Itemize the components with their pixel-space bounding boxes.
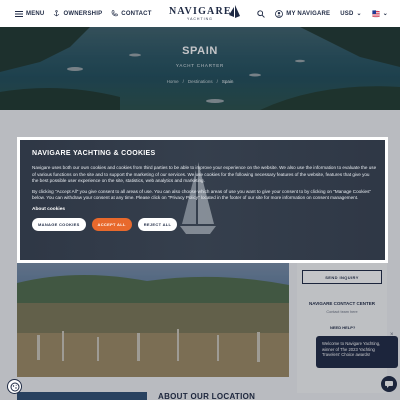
logo-subtext: YACHTING [187,17,213,21]
accept-all-button[interactable]: ACCEPT ALL [91,217,132,231]
modal-buttons: MANAGE COOKIES ACCEPT ALL REJECT ALL [32,217,377,231]
currency-select[interactable]: USD ⌄ [340,10,362,18]
ownership-label: OWNERSHIP [63,10,103,17]
logo-mark-icon [229,5,240,18]
header-nav-left: MENU OWNERSHIP CONTACT [0,10,152,17]
phone-icon [111,10,118,17]
flag-icon [371,9,380,18]
contact-link[interactable]: CONTACT [111,10,151,17]
search-icon[interactable] [257,9,266,18]
about-cookies-link[interactable]: About cookies [32,207,377,212]
anchor-icon [54,10,60,17]
contact-label: CONTACT [121,10,152,17]
top-header: MENU OWNERSHIP CONTACT NAVIGARE YACHTING… [0,0,400,27]
chevron-down-icon: ⌄ [356,11,362,17]
modal-title: NAVIGARE YACHTING & COOKIES [32,150,156,157]
account-icon [275,9,284,18]
header-nav-right: MY NAVIGARE USD ⌄ ⌄ [257,0,388,27]
navigare-logo[interactable]: NAVIGARE YACHTING [169,5,240,23]
menu-button[interactable]: MENU [15,10,45,17]
cookie-description: Navigare uses both our own cookies and c… [32,165,377,184]
chevron-down-icon: ⌄ [382,11,388,17]
modal-content: NAVIGARE YACHTING & COOKIES Navigare use… [32,150,377,231]
consent-description: By clicking "Accept All" you give consen… [32,188,371,201]
cookie-consent-modal: NAVIGARE YACHTING & COOKIES Navigare use… [17,137,388,263]
currency-value: USD [340,10,354,17]
logo-text: NAVIGARE [169,6,232,17]
ownership-link[interactable]: OWNERSHIP [53,10,102,17]
language-select[interactable]: ⌄ [371,9,388,18]
cookie-settings-button[interactable] [7,379,22,394]
cookie-icon [10,382,19,391]
manage-cookies-button[interactable]: MANAGE COOKIES [32,217,86,231]
reject-all-button[interactable]: REJECT ALL [137,217,178,231]
my-navigare-button[interactable]: MY NAVIGARE [275,9,331,18]
menu-label: MENU [26,10,45,17]
hamburger-icon [15,10,23,17]
account-label: MY NAVIGARE [286,10,331,17]
